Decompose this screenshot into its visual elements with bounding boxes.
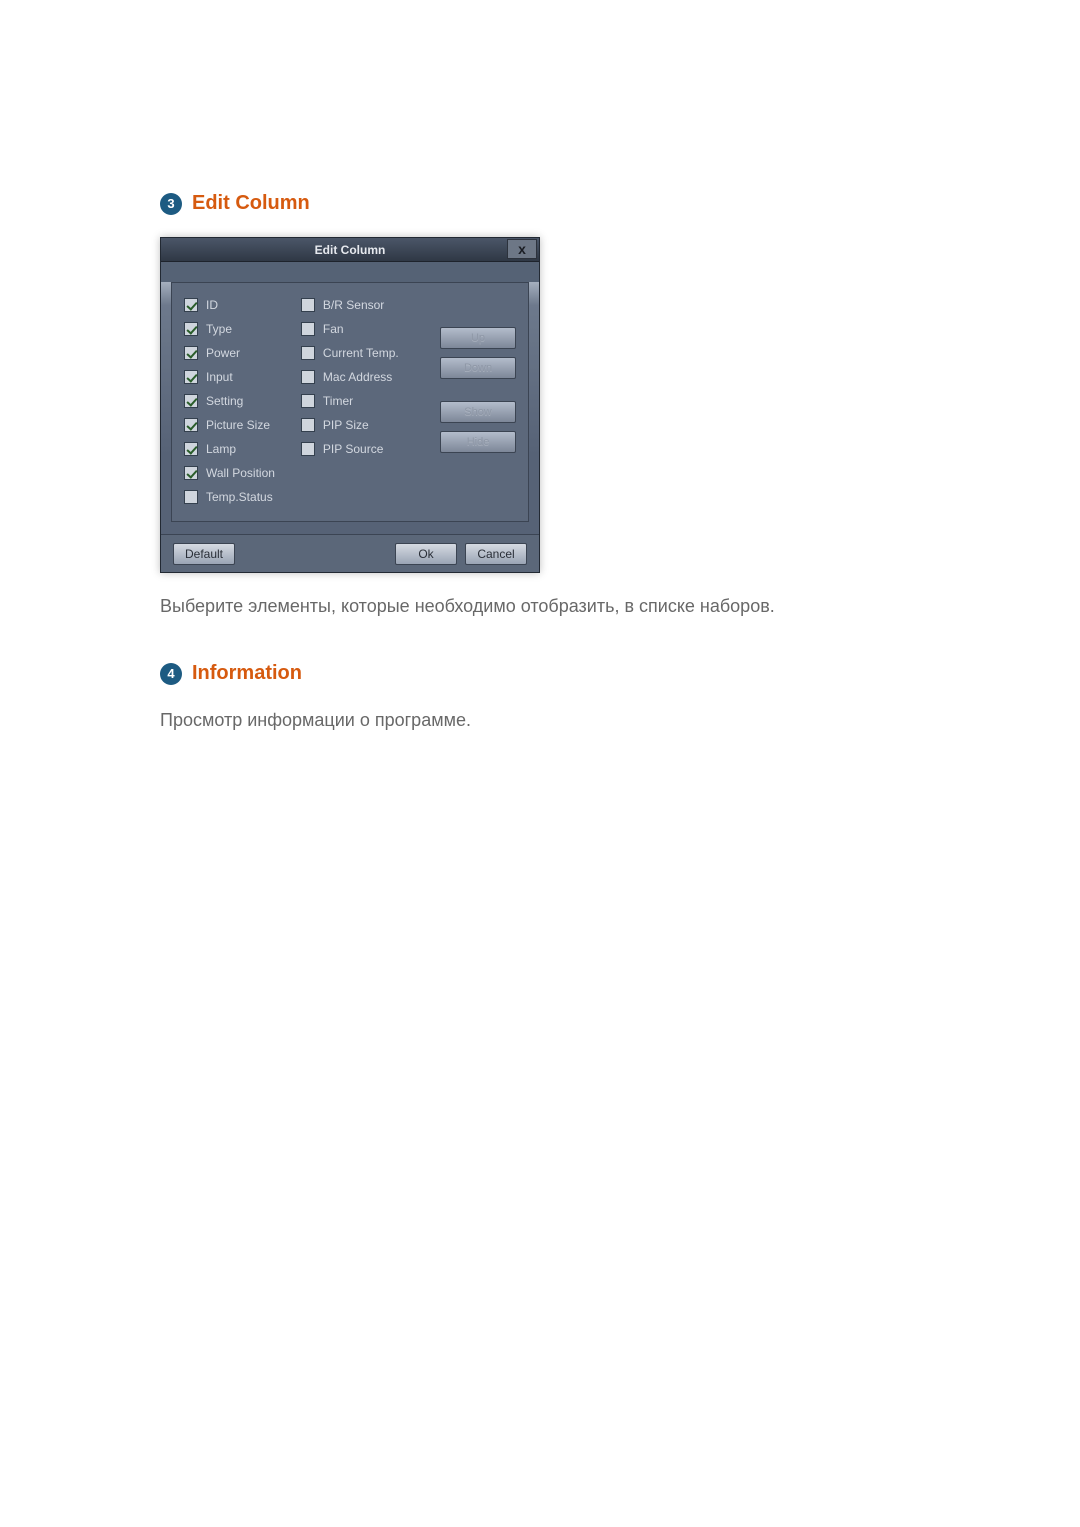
checkbox-label: Setting bbox=[206, 394, 243, 408]
checkbox-item: Mac Address bbox=[301, 369, 399, 385]
checkbox-item: B/R Sensor bbox=[301, 297, 399, 313]
checkbox-item: Wall Position bbox=[184, 465, 275, 481]
checkbox-item: Lamp bbox=[184, 441, 275, 457]
move-buttons: Up Down bbox=[440, 327, 516, 379]
section-title-information: Information bbox=[192, 662, 302, 685]
dialog-body: ID Type Power Input Setting Picture Size Lamp W… bbox=[161, 282, 539, 572]
dialog-title: Edit Column bbox=[315, 243, 386, 257]
close-button[interactable]: x bbox=[507, 239, 537, 259]
side-button-group: Up Down Show Hide bbox=[440, 297, 516, 505]
checkbox[interactable] bbox=[184, 346, 198, 360]
section-heading-4: 4 Information bbox=[160, 662, 920, 685]
badge-4: 4 bbox=[160, 663, 182, 685]
section-heading-3: 3 Edit Column bbox=[160, 192, 920, 215]
checkbox[interactable] bbox=[184, 442, 198, 456]
checkbox-item: Fan bbox=[301, 321, 399, 337]
checkbox[interactable] bbox=[301, 298, 315, 312]
dialog-inner-panel: ID Type Power Input Setting Picture Size Lamp W… bbox=[171, 282, 529, 522]
checkbox[interactable] bbox=[184, 394, 198, 408]
checkbox-label: Lamp bbox=[206, 442, 236, 456]
close-icon: x bbox=[518, 241, 526, 257]
checkbox[interactable] bbox=[301, 394, 315, 408]
hide-button[interactable]: Hide bbox=[440, 431, 516, 453]
checkbox-label: Temp.Status bbox=[206, 490, 273, 504]
checkbox[interactable] bbox=[184, 466, 198, 480]
checkbox-label: Timer bbox=[323, 394, 353, 408]
information-caption: Просмотр информации о программе. bbox=[160, 707, 920, 734]
section-title-edit-column: Edit Column bbox=[192, 192, 310, 215]
checkbox[interactable] bbox=[301, 442, 315, 456]
dialog-footer: Default Ok Cancel bbox=[161, 534, 539, 572]
page-content: 3 Edit Column Edit Column x IDTypePowerI… bbox=[160, 192, 920, 776]
checkbox[interactable] bbox=[301, 346, 315, 360]
checkbox[interactable] bbox=[184, 298, 198, 312]
checkbox-label: Type bbox=[206, 322, 232, 336]
down-button[interactable]: Down bbox=[440, 357, 516, 379]
edit-column-dialog: Edit Column x ID Type Power Input Setting Pic… bbox=[160, 237, 540, 573]
default-button[interactable]: Default bbox=[173, 543, 235, 565]
checkbox-label: Power bbox=[206, 346, 240, 360]
edit-column-caption: Выберите элементы, которые необходимо от… bbox=[160, 593, 920, 620]
checkbox-label: Picture Size bbox=[206, 418, 270, 432]
visibility-buttons: Show Hide bbox=[440, 401, 516, 453]
checkbox-label: Mac Address bbox=[323, 370, 392, 384]
checkbox-item: Input bbox=[184, 369, 275, 385]
checkbox-label: Input bbox=[206, 370, 233, 384]
checkbox[interactable] bbox=[301, 418, 315, 432]
checkbox-label: Fan bbox=[323, 322, 344, 336]
up-button[interactable]: Up bbox=[440, 327, 516, 349]
dialog-titlebar: Edit Column x bbox=[161, 238, 539, 262]
checkbox-label: PIP Source bbox=[323, 442, 383, 456]
checkbox-item: Temp.Status bbox=[184, 489, 275, 505]
checkbox-item: PIP Size bbox=[301, 417, 399, 433]
show-button[interactable]: Show bbox=[440, 401, 516, 423]
checkbox[interactable] bbox=[184, 418, 198, 432]
checkbox-label: ID bbox=[206, 298, 218, 312]
checkbox[interactable] bbox=[184, 370, 198, 384]
checkbox-column-right: B/R Sensor Fan Current Temp. Mac Address Tim… bbox=[301, 297, 399, 505]
checkbox-column-left: ID Type Power Input Setting Picture Size Lamp W… bbox=[184, 297, 275, 505]
checkbox-label: PIP Size bbox=[323, 418, 369, 432]
checkbox[interactable] bbox=[301, 370, 315, 384]
checkbox-item: Setting bbox=[184, 393, 275, 409]
checkbox-label: Wall Position bbox=[206, 466, 275, 480]
checkbox-columns: ID Type Power Input Setting Picture Size Lamp W… bbox=[184, 297, 440, 505]
checkbox-item: PIP Source bbox=[301, 441, 399, 457]
checkbox-item: ID bbox=[184, 297, 275, 313]
checkbox-item: Type bbox=[184, 321, 275, 337]
checkbox[interactable] bbox=[184, 490, 198, 504]
checkbox[interactable] bbox=[184, 322, 198, 336]
checkbox-label: B/R Sensor bbox=[323, 298, 384, 312]
checkbox[interactable] bbox=[301, 322, 315, 336]
checkbox-item: Current Temp. bbox=[301, 345, 399, 361]
checkbox-item: Timer bbox=[301, 393, 399, 409]
cancel-button[interactable]: Cancel bbox=[465, 543, 527, 565]
ok-button[interactable]: Ok bbox=[395, 543, 457, 565]
checkbox-item: Power bbox=[184, 345, 275, 361]
checkbox-label: Current Temp. bbox=[323, 346, 399, 360]
badge-3: 3 bbox=[160, 193, 182, 215]
checkbox-item: Picture Size bbox=[184, 417, 275, 433]
